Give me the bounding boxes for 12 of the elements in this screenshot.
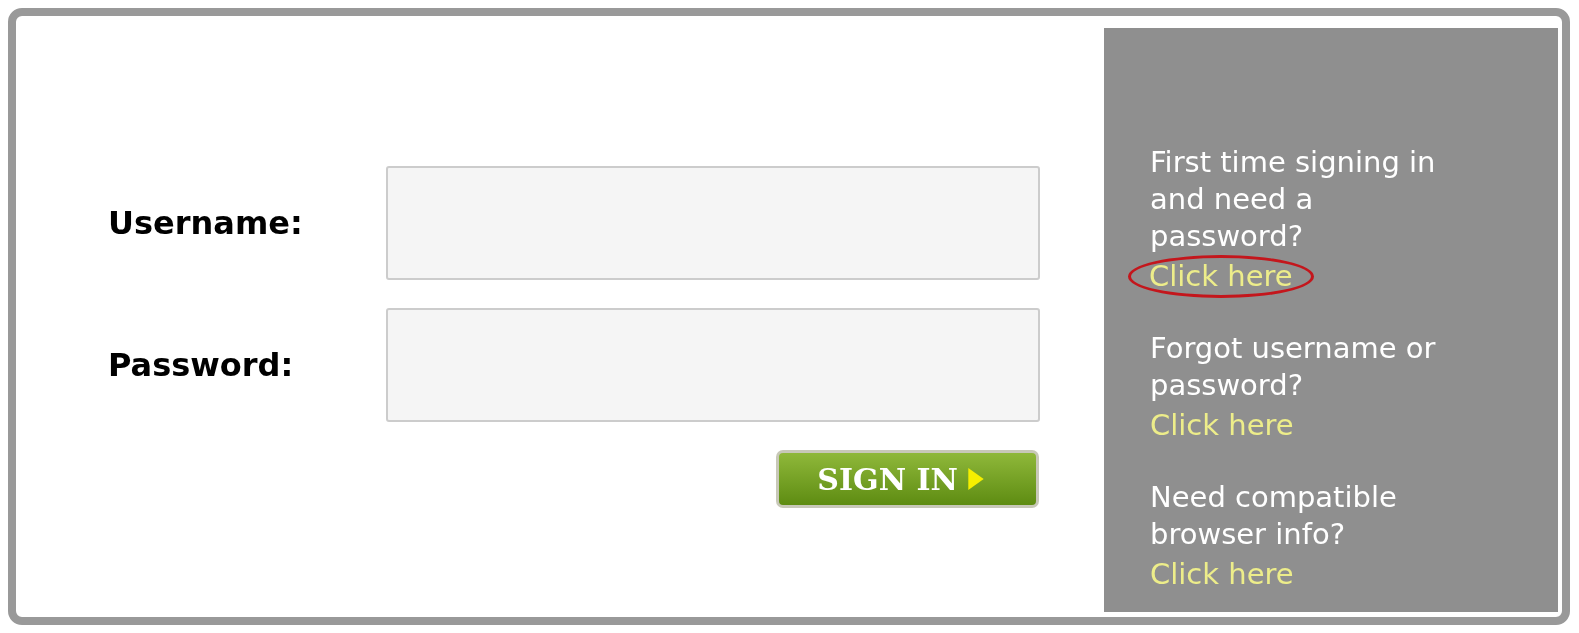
help-text: Forgot username or password? xyxy=(1150,330,1436,404)
click-here-link[interactable]: Click here xyxy=(1128,255,1314,298)
play-arrow-icon xyxy=(968,468,984,490)
field-label: Username: xyxy=(107,204,304,242)
help-text: Need compatible browser info? xyxy=(1150,479,1397,553)
input-field[interactable] xyxy=(386,166,1040,280)
input-field[interactable] xyxy=(386,308,1040,422)
click-here-link[interactable]: Click here xyxy=(1146,553,1298,596)
help-text: First time signing in and need a password? xyxy=(1150,144,1436,255)
field-label: Password: xyxy=(107,346,295,384)
sign-in-button[interactable]: SIGN IN xyxy=(776,450,1039,508)
click-here-link[interactable]: Click here xyxy=(1146,404,1298,447)
